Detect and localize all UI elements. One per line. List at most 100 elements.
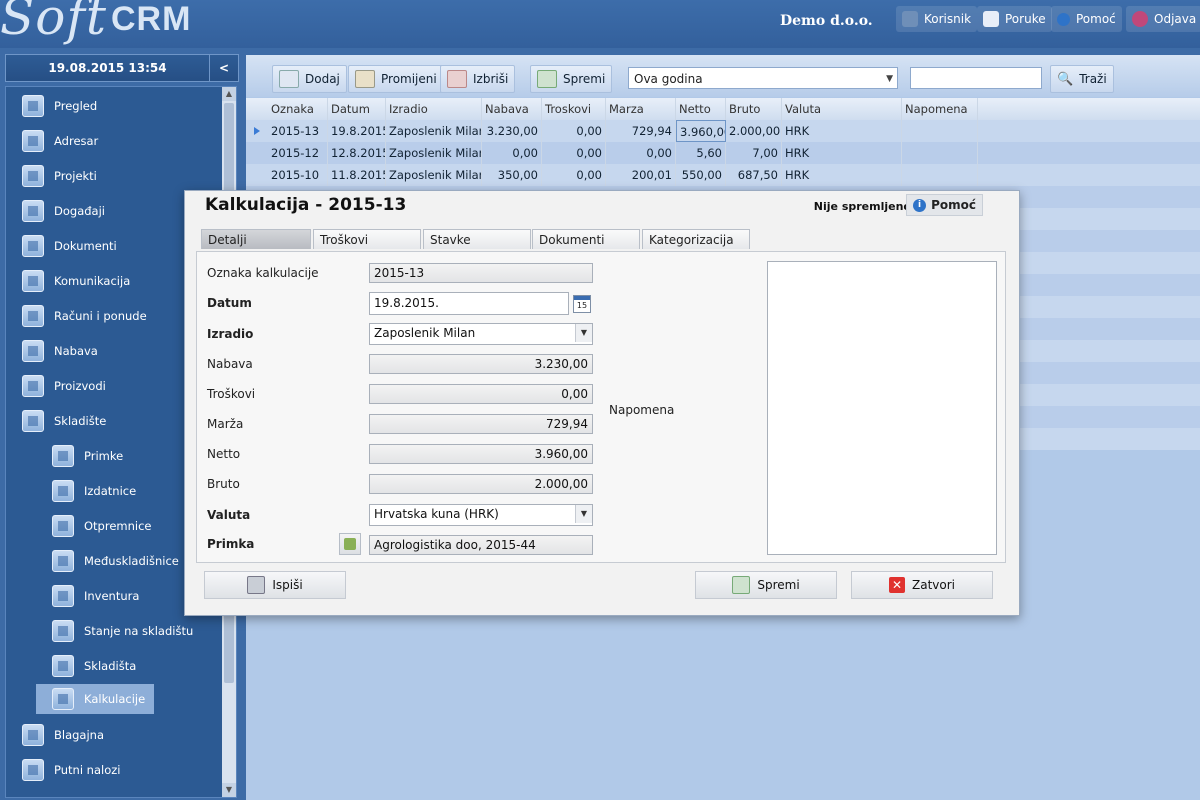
table-row[interactable]: 2015-12 12.8.2015. Zaposlenik Milan 0,00… [246, 142, 1200, 164]
sidebar-item-pregled[interactable]: Pregled [6, 91, 220, 121]
cell [902, 142, 978, 164]
napomena-textarea[interactable] [767, 261, 997, 555]
close-button[interactable]: ✕ Zatvori [851, 571, 993, 599]
sidebar-item-kalkulacije[interactable]: Kalkulacije [36, 684, 154, 714]
datum-field[interactable]: 19.8.2015. [369, 292, 569, 315]
open-receipt-button[interactable] [339, 533, 361, 555]
col-napomena[interactable]: Napomena [902, 98, 978, 120]
print-button[interactable]: Ispiši [204, 571, 346, 599]
cell: 550,00 [676, 164, 726, 186]
cell: HRK [782, 142, 902, 164]
col-nabava[interactable]: Nabava [482, 98, 542, 120]
sidebar-item-blagajna[interactable]: Blagajna [6, 720, 220, 750]
oznaka-label: Oznaka kalkulacije [207, 266, 319, 280]
netto-field: 3.960,00 [369, 444, 593, 464]
save-button[interactable]: Spremi [695, 571, 837, 599]
search-input[interactable] [910, 67, 1042, 89]
sidebar-item-skladista[interactable]: Skladišta [6, 651, 220, 681]
tab-detalji[interactable]: Detalji [201, 229, 311, 249]
col-marza[interactable]: Marza [606, 98, 676, 120]
cell: 7,00 [726, 142, 782, 164]
add-icon [279, 70, 299, 88]
app-header: Soft CRM Demo d.o.o. Korisnik Poruke Pomo… [0, 0, 1200, 48]
info-icon [1057, 12, 1070, 26]
add-button[interactable]: Dodaj [272, 65, 347, 93]
col-izradio[interactable]: Izradio [386, 98, 482, 120]
travel-icon [22, 759, 44, 781]
valuta-select[interactable]: Hrvatska kuna (HRK) ▼ [369, 504, 593, 526]
col-valuta[interactable]: Valuta [782, 98, 902, 120]
scroll-up-icon[interactable]: ▲ [222, 87, 236, 101]
selected-row-icon [254, 127, 260, 135]
calculator-icon [52, 688, 74, 710]
save-status: Nije spremljeno [813, 200, 911, 213]
inventory-icon [52, 585, 74, 607]
messages-button[interactable]: Poruke [977, 6, 1052, 32]
search-button[interactable]: 🔍 Traži [1050, 65, 1114, 93]
period-filter-select[interactable]: Ova godina ▼ [628, 67, 898, 89]
tab-stavke[interactable]: Stavke [423, 229, 531, 249]
cell: 0,00 [542, 164, 606, 186]
cell: 2015-10 [268, 164, 328, 186]
cell: Zaposlenik Milan [386, 164, 482, 186]
app-logo: Soft CRM [0, 0, 192, 46]
scroll-down-icon[interactable]: ▼ [222, 783, 236, 797]
tab-kategorizacija[interactable]: Kategorizacija [642, 229, 750, 249]
tab-troskovi[interactable]: Troškovi [313, 229, 421, 249]
transfer-icon [52, 550, 74, 572]
receipt-icon [344, 538, 356, 550]
warehouse-icon [22, 410, 44, 432]
cell [902, 164, 978, 186]
cell: HRK [782, 120, 902, 142]
col-bruto[interactable]: Bruto [726, 98, 782, 120]
netto-label: Netto [207, 447, 241, 461]
tab-dokumenti[interactable]: Dokumenti [532, 229, 640, 249]
cell: 11.8.2015. [328, 164, 386, 186]
marza-field: 729,94 [369, 414, 593, 434]
save-toolbar-button[interactable]: Spremi [530, 65, 613, 93]
col-oznaka[interactable]: Oznaka [268, 98, 328, 120]
cell: 2.000,00 [726, 120, 782, 142]
troskovi-field: 0,00 [369, 384, 593, 404]
table-row[interactable]: 2015-10 11.8.2015. Zaposlenik Milan 350,… [246, 164, 1200, 186]
documents-icon [22, 235, 44, 257]
edit-button[interactable]: Promijeni [348, 65, 444, 93]
cell: 2015-12 [268, 142, 328, 164]
cell: HRK [782, 164, 902, 186]
logout-button[interactable]: Odjava [1126, 6, 1200, 32]
bruto-field: 2.000,00 [369, 474, 593, 494]
cell: 5,60 [676, 142, 726, 164]
calendar-icon [22, 200, 44, 222]
company-name: Demo d.o.o. [780, 13, 873, 29]
col-troskovi[interactable]: Troskovi [542, 98, 606, 120]
cell: 729,94 [606, 120, 676, 142]
delete-icon [447, 70, 467, 88]
calendar-icon[interactable]: 15 [573, 295, 591, 313]
sidebar-item-putni-nalozi[interactable]: Putni nalozi [6, 755, 220, 785]
nabava-label: Nabava [207, 357, 253, 371]
help-button[interactable]: Pomoć [1051, 6, 1122, 32]
delete-button[interactable]: Izbriši [440, 65, 516, 93]
user-button[interactable]: Korisnik [896, 6, 978, 32]
collapse-sidebar-button[interactable]: < [209, 55, 238, 81]
table-header: Oznaka Datum Izradio Nabava Troskovi Mar… [246, 98, 1200, 120]
close-icon: ✕ [889, 577, 905, 593]
dialog-help-button[interactable]: i Pomoć [906, 194, 983, 216]
products-icon [22, 375, 44, 397]
warehouses-icon [52, 655, 74, 677]
save-icon [537, 70, 557, 88]
chevron-down-icon: ▼ [575, 505, 592, 523]
table-row[interactable]: 2015-13 19.8.2015. Zaposlenik Milan 3.23… [246, 120, 1200, 142]
sidebar-item-projekti[interactable]: Projekti [6, 161, 220, 191]
col-datum[interactable]: Datum [328, 98, 386, 120]
izradio-select[interactable]: Zaposlenik Milan ▼ [369, 323, 593, 345]
address-book-icon [22, 130, 44, 152]
sidebar-item-stanje[interactable]: Stanje na skladištu [6, 616, 220, 646]
primka-label: Primka [207, 537, 255, 551]
cash-register-icon [22, 724, 44, 746]
cell: 687,50 [726, 164, 782, 186]
sidebar-item-adresar[interactable]: Adresar [6, 126, 220, 156]
datum-label: Datum [207, 296, 252, 310]
izradio-label: Izradio [207, 327, 254, 341]
col-netto[interactable]: Netto [676, 98, 726, 120]
